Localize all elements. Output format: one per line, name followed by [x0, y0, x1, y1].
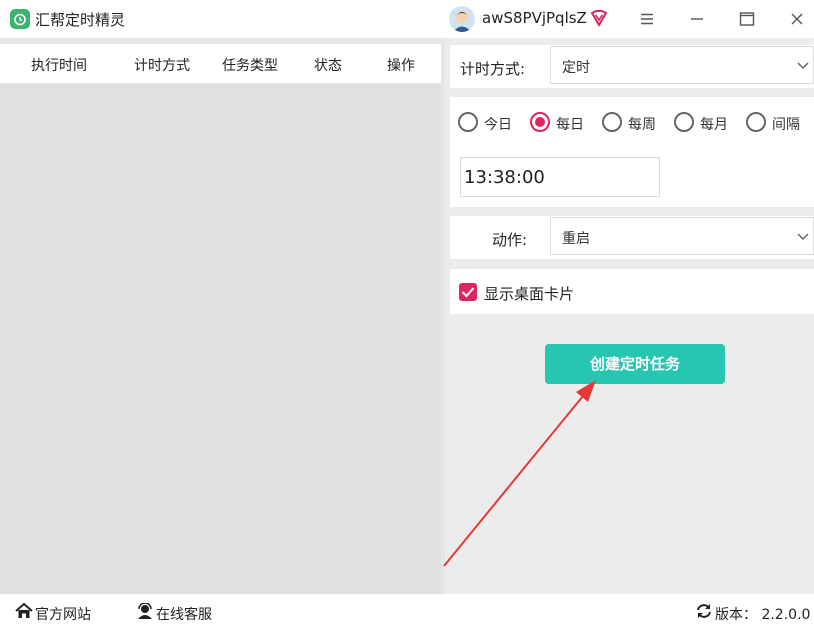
home-icon: [15, 603, 33, 618]
status-bar: 官方网站 在线客服 版本： 2.2.0.0: [0, 594, 814, 631]
refresh-icon: [697, 604, 711, 618]
online-support-label: 在线客服: [156, 607, 212, 623]
official-website-label: 官方网站: [35, 607, 91, 623]
annotation-arrow: [443, 380, 596, 567]
version-label: 版本： 2.2.0.0: [715, 607, 811, 623]
support-agent-icon: [138, 603, 152, 619]
